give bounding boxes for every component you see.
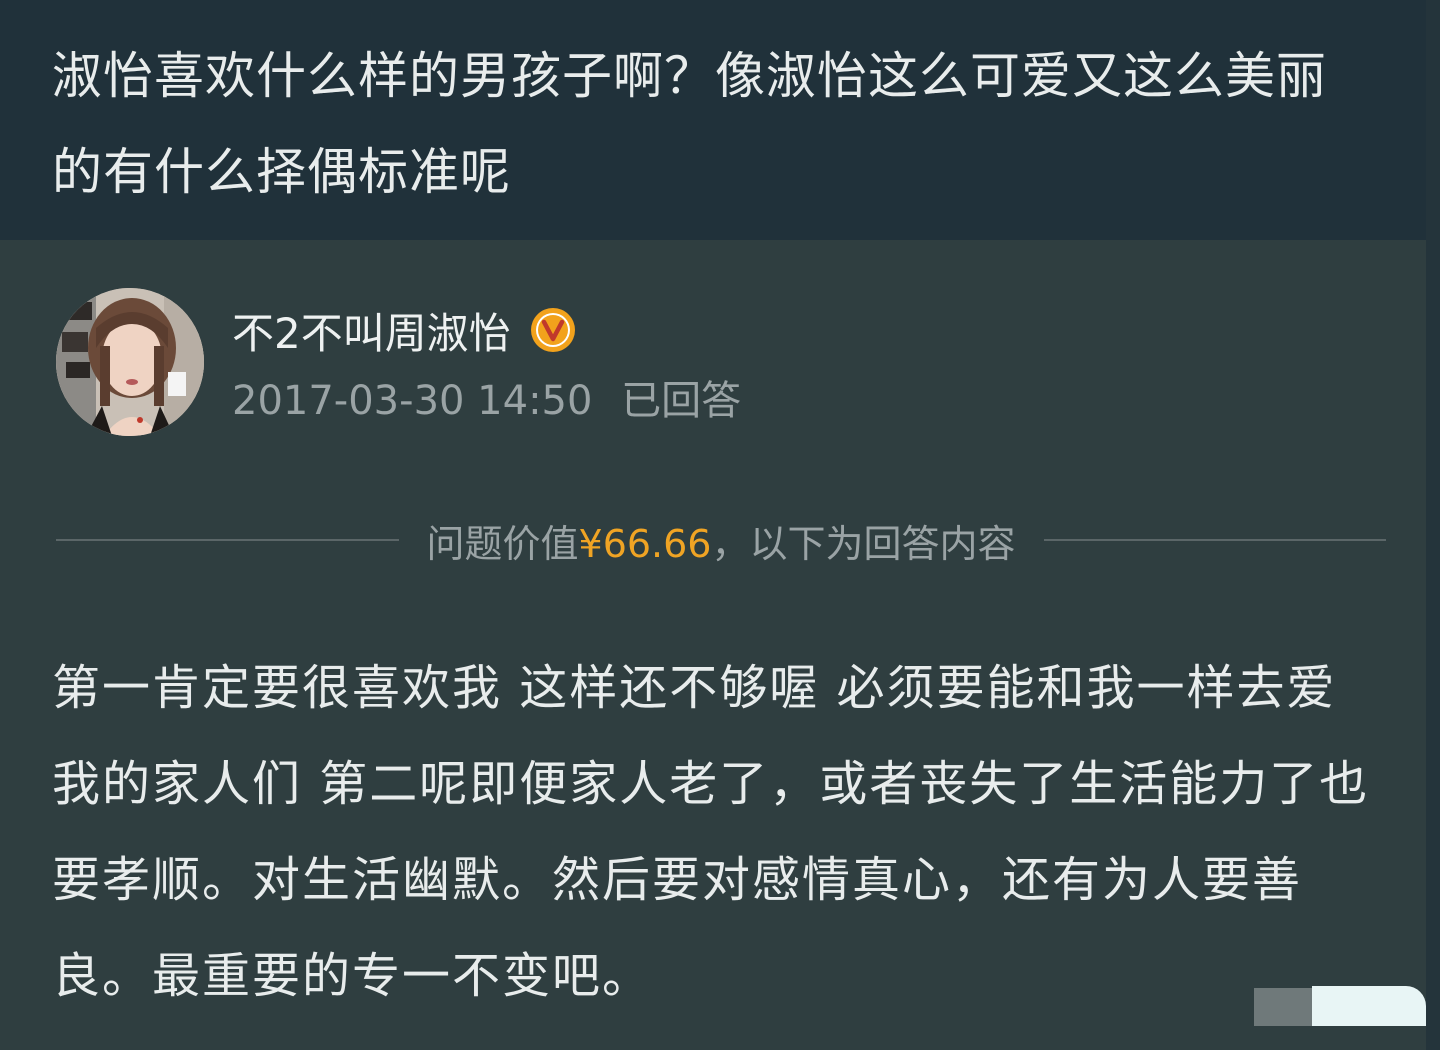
right-edge-strip [1426,0,1440,1050]
watermark-block-gray [1254,988,1312,1026]
answer-body: 第一肯定要很喜欢我 这样还不够喔 必须要能和我一样去爱我的家人们 第二呢即便家人… [52,660,1370,1004]
answer-section: 不2不叫周淑怡 2017-03-30 14:50 已回答 问题价值¥66.66，… [0,240,1426,1050]
question-price: ¥66.66 [578,521,712,566]
divider-line-right [1043,539,1386,541]
divider-line-left [56,539,399,541]
answer-status: 已回答 [621,378,742,424]
question-answer-page: 淑怡喜欢什么样的男孩子啊？像淑怡这么可爱又这么美丽的有什么择偶标准呢 不2不叫周… [0,0,1440,1050]
verified-badge-icon [529,306,577,354]
divider-label: 问题价值¥66.66，以下为回答内容 [399,513,1044,568]
author-row[interactable]: 不2不叫周淑怡 2017-03-30 14:50 已回答 [56,288,956,438]
watermark-block-light [1312,986,1426,1026]
divider-prefix: 问题价值 [426,521,579,566]
author-name-line: 不2不叫周淑怡 [232,300,577,360]
answer-meta: 2017-03-30 14:50 已回答 [232,368,741,426]
price-divider: 问题价值¥66.66，以下为回答内容 [56,512,1386,568]
avatar-image [56,288,204,436]
divider-suffix: ，以下为回答内容 [711,521,1016,566]
question-header: 淑怡喜欢什么样的男孩子啊？像淑怡这么可爱又这么美丽的有什么择偶标准呢 [0,0,1426,240]
answer-timestamp: 2017-03-30 14:50 [232,378,593,424]
avatar[interactable] [56,288,204,436]
question-title: 淑怡喜欢什么样的男孩子啊？像淑怡这么可爱又这么美丽的有什么择偶标准呢 [52,47,1327,201]
author-name[interactable]: 不2不叫周淑怡 [232,300,511,361]
